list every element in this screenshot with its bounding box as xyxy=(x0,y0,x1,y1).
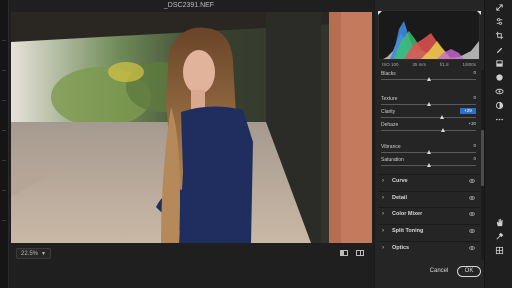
slider-thumb[interactable] xyxy=(440,128,445,132)
slider-label: Dehaze xyxy=(381,122,399,128)
shutter-value: 1/800s xyxy=(462,62,476,67)
visibility-eye-icon[interactable] xyxy=(469,212,475,216)
highlight-clipping-icon[interactable] xyxy=(477,11,481,15)
filmstrip-edge[interactable] xyxy=(0,0,9,288)
slider-label: Clarity xyxy=(381,109,396,115)
section-label: Color Mixer xyxy=(392,211,423,217)
cancel-button[interactable]: Cancel xyxy=(427,266,451,277)
slider-thumb[interactable] xyxy=(426,163,431,167)
camera-raw-window: _DSC2391.NEF 22.5% ▼ ISO 100 35 mm f/1.8… xyxy=(0,0,512,288)
histogram xyxy=(378,10,480,60)
section-detail[interactable]: › Detail xyxy=(378,191,480,205)
healing-brush-icon[interactable] xyxy=(493,43,505,55)
slider-value[interactable]: 0 xyxy=(460,70,476,76)
slider-thumb[interactable] xyxy=(426,150,431,154)
slider-texture[interactable]: Texture 0 xyxy=(378,95,480,108)
zoom-value: 22.5% xyxy=(21,251,39,257)
section-label: Split Toning xyxy=(392,228,424,234)
color-sampler-icon[interactable] xyxy=(493,230,505,242)
hand-icon[interactable] xyxy=(493,216,505,228)
slider-clarity[interactable]: Clarity +29 xyxy=(378,108,480,121)
slider-value[interactable]: 0 xyxy=(460,156,476,162)
visibility-eye-icon[interactable] xyxy=(469,196,475,200)
crop-icon[interactable] xyxy=(493,29,505,41)
slider-vibrance[interactable]: Vibrance 0 xyxy=(378,143,480,156)
edit-icon[interactable] xyxy=(493,15,505,27)
slider-value[interactable]: +29 xyxy=(460,108,476,114)
visibility-eye-icon[interactable] xyxy=(469,246,475,250)
tool-strip xyxy=(484,0,512,288)
section-optics[interactable]: › Optics xyxy=(378,241,480,255)
chevron-right-icon: › xyxy=(382,195,384,201)
shadow-clipping-icon[interactable] xyxy=(378,11,382,15)
visibility-eye-icon[interactable] xyxy=(469,229,475,233)
slider-dehaze[interactable]: Dehaze +30 xyxy=(378,121,480,134)
chevron-right-icon: › xyxy=(382,211,384,217)
compare-view-icon[interactable] xyxy=(355,248,365,258)
adjustment-brush-icon[interactable] xyxy=(493,57,505,69)
section-label: Curve xyxy=(392,178,408,184)
chevron-right-icon: › xyxy=(382,228,384,234)
section-label: Detail xyxy=(392,195,407,201)
grid-icon[interactable] xyxy=(493,244,505,256)
slider-thumb[interactable] xyxy=(426,102,431,106)
slider-label: Vibrance xyxy=(381,144,401,150)
slider-value[interactable]: 0 xyxy=(460,95,476,101)
more-icon[interactable] xyxy=(493,113,505,125)
ok-button[interactable]: OK xyxy=(457,266,481,277)
chevron-down-icon: ▼ xyxy=(41,251,46,257)
chevron-right-icon: › xyxy=(382,178,384,184)
section-color-mixer[interactable]: › Color Mixer xyxy=(378,207,480,221)
section-label: Optics xyxy=(392,245,410,251)
slider-label: Texture xyxy=(381,96,398,102)
slider-value[interactable]: 0 xyxy=(460,143,476,149)
slider-thumb[interactable] xyxy=(439,115,444,119)
slider-track[interactable] xyxy=(381,130,476,131)
visibility-eye-icon[interactable] xyxy=(469,179,475,183)
slider-blacks[interactable]: Blacks 0 xyxy=(378,70,480,83)
radial-filter-icon[interactable] xyxy=(493,71,505,83)
slider-value[interactable]: +30 xyxy=(460,121,476,127)
slider-label: Saturation xyxy=(381,157,404,163)
focal-length-value: 35 mm xyxy=(412,62,427,67)
iso-value: ISO 100 xyxy=(382,62,399,67)
snapshots-icon[interactable] xyxy=(493,99,505,111)
window-title: _DSC2391.NEF xyxy=(163,2,215,9)
photo-preview[interactable] xyxy=(11,12,372,243)
slider-saturation[interactable]: Saturation 0 xyxy=(378,156,480,169)
slider-track[interactable] xyxy=(381,117,476,118)
section-curve[interactable]: › Curve xyxy=(378,174,480,188)
slider-label: Blacks xyxy=(381,71,396,77)
before-after-toggle-icon[interactable] xyxy=(339,248,349,258)
edit-panel: ISO 100 35 mm f/1.8 1/800s Blacks 0 Text… xyxy=(374,0,484,288)
histogram-info: ISO 100 35 mm f/1.8 1/800s xyxy=(378,61,480,69)
expand-icon[interactable] xyxy=(493,1,505,13)
bottom-bar: 22.5% ▼ xyxy=(9,243,374,288)
aperture-value: f/1.8 xyxy=(439,62,449,67)
zoom-dropdown[interactable]: 22.5% ▼ xyxy=(16,248,51,259)
section-split-toning[interactable]: › Split Toning xyxy=(378,224,480,238)
chevron-right-icon: › xyxy=(382,245,384,251)
red-eye-icon[interactable] xyxy=(493,85,505,97)
slider-thumb[interactable] xyxy=(426,77,431,81)
